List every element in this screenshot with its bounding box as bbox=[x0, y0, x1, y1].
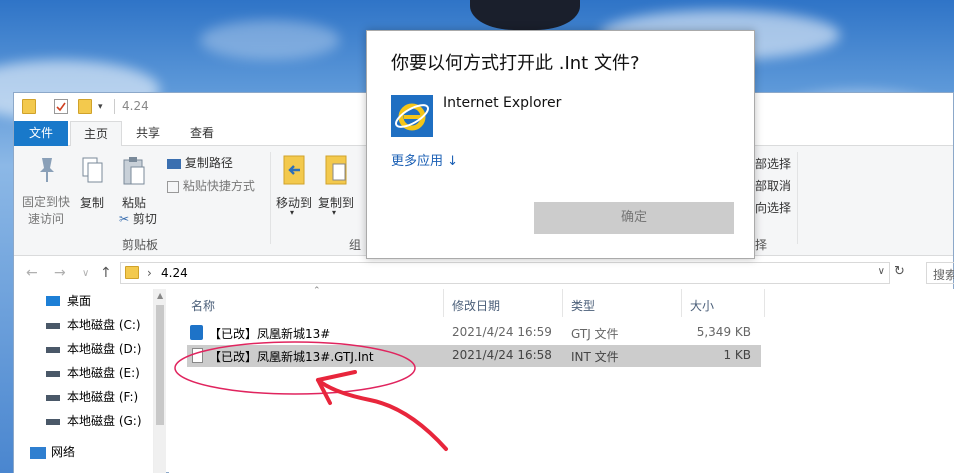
search-input[interactable]: 搜索 bbox=[926, 262, 954, 284]
window-title: 4.24 bbox=[122, 99, 149, 113]
drive-icon bbox=[46, 323, 60, 329]
wallpaper-figure bbox=[470, 0, 580, 30]
paste-shortcut-label: 粘贴快捷方式 bbox=[182, 179, 255, 193]
select-group-label: 择 bbox=[755, 238, 768, 252]
copy-path-button[interactable]: 复制路径 bbox=[167, 154, 233, 171]
copy-label: 复制 bbox=[79, 196, 104, 210]
file-size: 5,349 KB bbox=[696, 325, 751, 339]
copy-to-icon bbox=[325, 155, 347, 185]
paste-label: 粘贴 bbox=[121, 196, 146, 210]
select-none-button[interactable]: 部取消 bbox=[755, 177, 791, 194]
app-option-internet-explorer[interactable]: Internet Explorer bbox=[443, 95, 561, 111]
copy-path-label: 复制路径 bbox=[184, 156, 233, 170]
sort-indicator-icon: ⌃ bbox=[313, 286, 321, 296]
pin-label-line2: 速访问 bbox=[27, 212, 64, 226]
pin-label-line1: 固定到快 bbox=[21, 195, 70, 209]
customize-qat-icon[interactable]: ▾ bbox=[98, 102, 112, 117]
move-to-button[interactable]: 移动到 ▾ bbox=[274, 154, 314, 234]
copy-path-icon bbox=[167, 158, 181, 169]
file-list: ⌃ 名称 修改日期 类型 大小 【已改】凤凰新城13# 2021/4/24 16… bbox=[169, 286, 954, 473]
paste-shortcut-button[interactable]: 粘贴快捷方式 bbox=[167, 177, 255, 194]
address-dropdown-icon[interactable]: ∨ bbox=[878, 266, 885, 277]
cut-label: 剪切 bbox=[132, 212, 157, 226]
paste-icon bbox=[123, 157, 145, 185]
cut-button[interactable]: ✂ 剪切 bbox=[119, 210, 157, 227]
tab-view[interactable]: 查看 bbox=[176, 121, 228, 146]
drive-icon bbox=[46, 419, 60, 425]
up-arrow-icon[interactable]: ↑ bbox=[100, 265, 112, 281]
column-header-date[interactable]: 修改日期 bbox=[452, 297, 500, 314]
folder-icon bbox=[125, 266, 139, 279]
clipboard-group-label: 剪贴板 bbox=[122, 238, 159, 252]
paste-shortcut-icon bbox=[167, 180, 179, 193]
invert-selection-button[interactable]: 向选择 bbox=[755, 199, 791, 216]
gtj-file-icon bbox=[190, 325, 203, 340]
properties-icon[interactable] bbox=[54, 99, 68, 114]
drive-icon bbox=[46, 395, 60, 401]
forward-arrow-icon[interactable]: → bbox=[54, 265, 66, 281]
tab-home[interactable]: 主页 bbox=[70, 121, 122, 147]
file-name: 【已改】凤凰新城13# bbox=[209, 327, 331, 341]
ok-button[interactable]: 确定 bbox=[534, 202, 734, 234]
select-all-button[interactable]: 部选择 bbox=[755, 155, 791, 172]
pin-icon bbox=[40, 158, 54, 182]
recent-locations-icon[interactable]: ∨ bbox=[82, 268, 89, 279]
column-header-name[interactable]: 名称 bbox=[191, 297, 215, 314]
copy-button[interactable]: 复制 bbox=[76, 156, 108, 216]
new-folder-icon[interactable] bbox=[78, 99, 92, 114]
drive-icon bbox=[46, 347, 60, 353]
nav-scrollbar[interactable]: ▲ bbox=[154, 289, 166, 473]
copy-icon bbox=[82, 157, 103, 183]
move-to-icon bbox=[283, 155, 305, 185]
desktop-icon bbox=[46, 296, 60, 306]
drive-icon bbox=[46, 371, 60, 377]
tab-share[interactable]: 共享 bbox=[124, 121, 172, 146]
file-size: 1 KB bbox=[723, 348, 751, 362]
dialog-title: 你要以何方式打开此 .Int 文件? bbox=[391, 53, 640, 74]
file-date: 2021/4/24 16:58 bbox=[452, 348, 552, 362]
file-type: GTJ 文件 bbox=[571, 327, 619, 341]
pin-to-quick-access-button[interactable]: 固定到快 速访问 bbox=[20, 156, 72, 236]
scissors-icon: ✂ bbox=[119, 212, 130, 226]
back-arrow-icon[interactable]: ← bbox=[26, 265, 38, 281]
folder-icon bbox=[22, 99, 36, 114]
tab-file[interactable]: 文件 bbox=[14, 121, 68, 146]
column-header-size[interactable]: 大小 bbox=[690, 297, 714, 314]
breadcrumb-separator-icon: › bbox=[147, 266, 152, 280]
navigation-pane: 桌面 本地磁盘 (C:) 本地磁盘 (D:) 本地磁盘 (E:) 本地磁盘 (F… bbox=[14, 289, 154, 473]
file-date: 2021/4/24 16:59 bbox=[452, 325, 552, 339]
copy-to-button[interactable]: 复制到 ▾ bbox=[316, 154, 356, 234]
column-header-type[interactable]: 类型 bbox=[571, 297, 595, 314]
address-input[interactable]: › 4.24 ∨ bbox=[120, 262, 890, 284]
more-apps-link[interactable]: 更多应用 ↓ bbox=[391, 150, 458, 169]
organize-group-label: 组 bbox=[349, 238, 362, 252]
address-bar-row: ← → ∨ ↑ › 4.24 ∨ ↻ 搜索 bbox=[14, 259, 954, 287]
internet-explorer-icon[interactable] bbox=[391, 95, 433, 137]
file-row-selected[interactable]: 【已改】凤凰新城13#.GTJ.Int 2021/4/24 16:58 INT … bbox=[187, 345, 761, 367]
file-row[interactable]: 【已改】凤凰新城13# 2021/4/24 16:59 GTJ 文件 5,349… bbox=[187, 322, 761, 344]
refresh-icon[interactable]: ↻ bbox=[894, 264, 905, 279]
generic-file-icon bbox=[192, 348, 203, 363]
file-name: 【已改】凤凰新城13#.GTJ.Int bbox=[209, 350, 374, 364]
address-path: 4.24 bbox=[161, 266, 188, 280]
paste-button[interactable]: 粘贴 bbox=[116, 156, 152, 216]
open-with-dialog: 你要以何方式打开此 .Int 文件? Internet Explorer 更多应… bbox=[366, 30, 755, 259]
network-icon bbox=[30, 447, 46, 459]
file-type: INT 文件 bbox=[571, 350, 619, 364]
